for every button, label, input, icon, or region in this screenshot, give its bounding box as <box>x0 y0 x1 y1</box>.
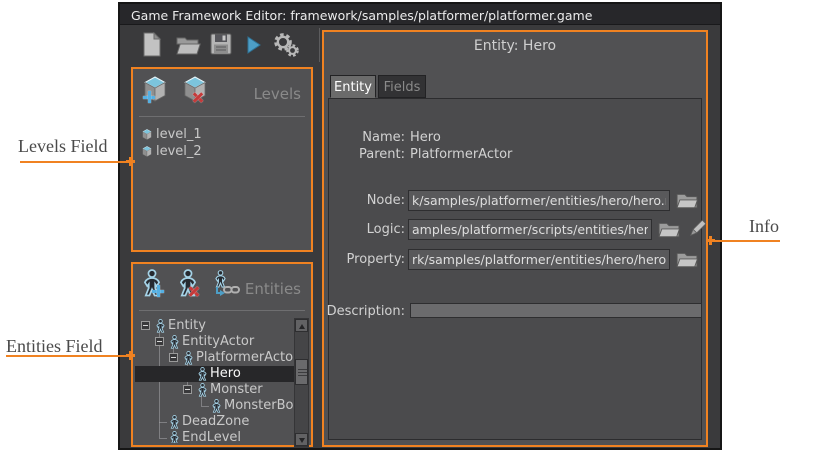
annotation-line-levels <box>20 161 129 163</box>
pencil-icon <box>686 218 708 240</box>
new-file-button[interactable] <box>142 32 170 60</box>
description-input[interactable] <box>410 303 702 318</box>
annotation-cross-info <box>706 236 715 245</box>
description-label: Description: <box>324 304 405 319</box>
tree-item-entity[interactable]: Entity <box>135 318 294 334</box>
entity-icon <box>183 351 194 365</box>
entities-panel: Entities Entity <box>131 262 313 447</box>
entity-icon <box>169 431 180 443</box>
collapse-icon[interactable] <box>183 385 192 394</box>
collapse-icon[interactable] <box>155 337 164 346</box>
tree-item-platformeractor[interactable]: PlatformerActor <box>135 350 294 366</box>
levels-panel-label: Levels <box>254 85 301 103</box>
collapse-icon[interactable] <box>169 353 178 362</box>
entity-icon <box>169 335 180 349</box>
entity-icon <box>169 415 180 429</box>
scrollbar-thumb[interactable] <box>295 359 308 385</box>
delete-entity-icon <box>177 282 199 301</box>
add-level-icon <box>141 88 169 107</box>
entities-tree: Entity EntityActor PlatformerActor Hero <box>135 316 294 443</box>
tree-item-endlevel[interactable]: EndLevel <box>135 430 294 443</box>
annotation-line-entities <box>6 355 129 357</box>
annotation-cross-entities <box>126 351 135 360</box>
info-panel-header: Entity: Hero <box>324 38 706 54</box>
collapse-icon[interactable] <box>141 321 150 330</box>
run-button[interactable] <box>246 36 274 64</box>
window-title: Game Framework Editor: framework/samples… <box>131 8 592 23</box>
tree-item-hero-selected[interactable]: Hero <box>135 366 294 382</box>
delete-level-icon <box>181 88 209 107</box>
screenshot-canvas: Game Framework Editor: framework/samples… <box>0 0 818 460</box>
level-icon <box>141 145 153 162</box>
tab-entity[interactable]: Entity <box>330 75 376 98</box>
scroll-down-button[interactable] <box>295 433 308 446</box>
node-path-input[interactable] <box>408 190 670 211</box>
add-level-button[interactable] <box>141 75 169 103</box>
save-icon <box>210 40 232 59</box>
tree-item-deadzone[interactable]: DeadZone <box>135 414 294 430</box>
new-file-icon <box>142 42 162 61</box>
delete-entity-button[interactable] <box>177 269 205 297</box>
parent-label: Parent: <box>324 147 405 162</box>
logic-path-input[interactable] <box>408 219 652 240</box>
tree-item-entityactor[interactable]: EntityActor <box>135 334 294 350</box>
logic-label: Logic: <box>324 222 405 237</box>
annotation-line-info <box>710 240 780 242</box>
tab-fields[interactable]: Fields <box>378 75 426 98</box>
tree-item-monsterboss[interactable]: MonsterBoss <box>135 398 294 414</box>
delete-level-button[interactable] <box>181 75 209 103</box>
open-file-button[interactable] <box>176 35 204 63</box>
scroll-up-button[interactable] <box>295 319 308 332</box>
play-icon <box>246 39 262 58</box>
arrow-up-icon <box>299 324 305 329</box>
property-path-input[interactable] <box>408 249 670 270</box>
name-label: Name: <box>324 130 405 145</box>
annotation-levels-field: Levels Field <box>18 136 107 157</box>
levels-panel: Levels level_1 level_2 <box>131 67 313 252</box>
title-bar[interactable]: Game Framework Editor: framework/samples… <box>120 4 720 25</box>
add-entity-icon <box>141 282 163 301</box>
entity-icon <box>197 383 208 397</box>
add-entity-button[interactable] <box>141 269 169 297</box>
folder-icon <box>676 192 698 209</box>
open-folder-icon <box>176 40 201 59</box>
annotation-info: Info <box>749 216 779 237</box>
info-panel: Entity: Hero Entity Fields Name: Hero Pa… <box>322 30 708 447</box>
toolbar-separator <box>319 28 320 62</box>
property-browse-button[interactable] <box>676 251 700 271</box>
save-button[interactable] <box>210 33 238 61</box>
node-browse-button[interactable] <box>676 192 700 212</box>
settings-gears-icon <box>272 44 300 63</box>
entities-toolbar-separator <box>139 310 305 311</box>
node-label: Node: <box>324 193 405 208</box>
folder-icon <box>676 251 698 268</box>
levels-toolbar-separator <box>139 116 305 117</box>
name-value: Hero <box>410 130 441 145</box>
parent-value: PlatformerActor <box>410 147 512 162</box>
link-entity-button[interactable] <box>213 270 241 298</box>
property-label: Property: <box>324 252 405 267</box>
level-icon <box>141 128 153 145</box>
tree-scrollbar[interactable] <box>294 318 309 447</box>
annotation-entities-field: Entities Field <box>6 336 103 357</box>
entity-icon <box>155 319 166 333</box>
entity-icon <box>197 367 208 381</box>
entity-icon <box>211 399 222 413</box>
settings-button[interactable] <box>272 31 300 59</box>
arrow-down-icon <box>299 438 305 443</box>
app-window: Game Framework Editor: framework/samples… <box>118 2 722 450</box>
logic-browse-button[interactable] <box>658 221 682 241</box>
annotation-cross-levels <box>126 157 135 166</box>
logic-edit-button[interactable] <box>686 218 710 238</box>
entities-panel-label: Entities <box>245 280 301 298</box>
tree-item-monster[interactable]: Monster <box>135 382 294 398</box>
folder-icon <box>658 221 680 238</box>
